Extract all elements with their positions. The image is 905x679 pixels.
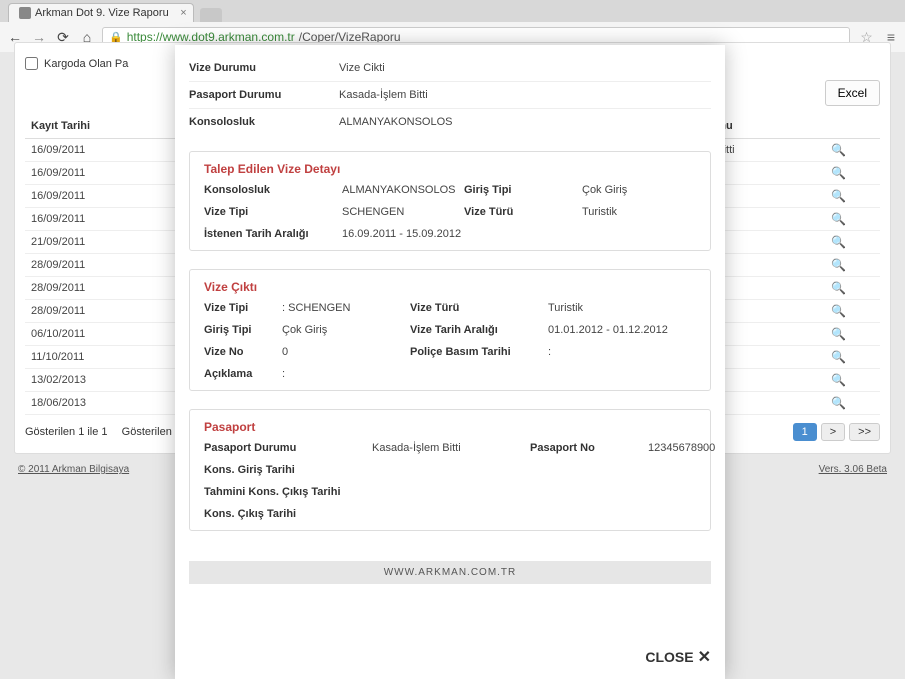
page-last-button[interactable]: >>	[849, 423, 880, 441]
new-tab-button[interactable]	[200, 8, 222, 22]
select-label: Gösterilen	[122, 426, 172, 438]
modal-brand-footer: WWW.ARKMAN.COM.TR	[189, 561, 711, 584]
cikti-vize-tarih-label: Vize Tarih Aralığı	[410, 324, 540, 336]
cikti-aciklama-label: Açıklama	[204, 368, 274, 380]
talep-card: Talep Edilen Vize Detayı Konsolosluk ALM…	[189, 151, 711, 251]
favicon-icon	[19, 7, 31, 19]
pasaport-no-label: Pasaport No	[530, 442, 640, 454]
talep-tarih-label: İstenen Tarih Aralığı	[204, 228, 334, 240]
kons-giris-label: Kons. Giriş Tarihi	[204, 464, 715, 476]
detail-modal: Vize Durumu Vize Cikti Pasaport Durumu K…	[175, 45, 725, 679]
summary-block: Vize Durumu Vize Cikti Pasaport Durumu K…	[189, 55, 711, 135]
cikti-police-value: :	[548, 346, 696, 358]
cikti-giris-tipi-value: Çok Giriş	[282, 324, 402, 336]
cell-date: 13/02/2013	[25, 369, 170, 392]
talep-giris-tipi-label: Giriş Tipi	[464, 184, 574, 196]
pasaport-title: Pasaport	[204, 420, 696, 442]
magnify-icon[interactable]: 🔍	[831, 396, 846, 410]
magnify-icon[interactable]: 🔍	[831, 373, 846, 387]
cell-date: 28/09/2011	[25, 277, 170, 300]
cell-date: 06/10/2011	[25, 323, 170, 346]
pasaport-durum-value: Kasada-İşlem Bitti	[372, 442, 522, 454]
talep-tarih-value: 16.09.2011 - 15.09.2012	[342, 228, 696, 240]
cell-date: 11/10/2011	[25, 346, 170, 369]
talep-konsolosluk-label: Konsolosluk	[204, 184, 334, 196]
cikti-title: Vize Çıktı	[204, 280, 696, 302]
kons-cikis-label: Kons. Çıkış Tarihi	[204, 508, 715, 520]
cikti-aciklama-value: :	[282, 368, 696, 380]
cikti-vize-turu-value: Turistik	[548, 302, 696, 314]
footer-copyright[interactable]: © 2011 Arkman Bilgisaya	[18, 464, 129, 475]
page-1-button[interactable]: 1	[793, 423, 817, 441]
talep-vize-turu-label: Vize Türü	[464, 206, 574, 218]
pasaport-durumu-value: Kasada-İşlem Bitti	[339, 89, 711, 101]
magnify-icon[interactable]: 🔍	[831, 350, 846, 364]
tahmini-cikis-label: Tahmini Kons. Çıkış Tarihi	[204, 486, 715, 498]
cikti-vize-tipi-label: Vize Tipi	[204, 302, 274, 314]
close-icon: ✕	[698, 647, 711, 667]
page-next-button[interactable]: >	[821, 423, 845, 441]
vize-durumu-value: Vize Cikti	[339, 62, 711, 74]
cikti-vize-no-label: Vize No	[204, 346, 274, 358]
shown-text: Gösterilen 1 ile 1	[25, 426, 108, 438]
cikti-giris-tipi-label: Giriş Tipi	[204, 324, 274, 336]
close-label: CLOSE	[645, 649, 693, 665]
tab-bar: Arkman Dot 9. Vize Raporu ×	[0, 0, 905, 22]
cikti-police-label: Poliçe Basım Tarihi	[410, 346, 540, 358]
excel-button[interactable]: Excel	[825, 80, 880, 106]
magnify-icon[interactable]: 🔍	[831, 327, 846, 341]
cell-date: 28/09/2011	[25, 254, 170, 277]
cell-date: 16/09/2011	[25, 162, 170, 185]
magnify-icon[interactable]: 🔍	[831, 235, 846, 249]
cell-date: 16/09/2011	[25, 208, 170, 231]
cell-date: 21/09/2011	[25, 231, 170, 254]
magnify-icon[interactable]: 🔍	[831, 258, 846, 272]
magnify-icon[interactable]: 🔍	[831, 212, 846, 226]
cell-date: 16/09/2011	[25, 185, 170, 208]
kargoda-checkbox[interactable]	[25, 57, 38, 70]
pasaport-no-value: 12345678900	[648, 442, 715, 454]
kargoda-label: Kargoda Olan Pa	[44, 58, 128, 70]
talep-giris-tipi-value: Çok Giriş	[582, 184, 696, 196]
cikti-vize-turu-label: Vize Türü	[410, 302, 540, 314]
pasaport-card: Pasaport Pasaport Durumu Kasada-İşlem Bi…	[189, 409, 711, 531]
col-kayit-tarihi: Kayıt Tarihi	[25, 114, 170, 139]
talep-title: Talep Edilen Vize Detayı	[204, 162, 696, 184]
konsolosluk-label: Konsolosluk	[189, 116, 339, 128]
footer-version[interactable]: Vers. 3.06 Beta	[819, 464, 887, 475]
tab-title: Arkman Dot 9. Vize Raporu	[35, 7, 169, 19]
pasaport-durum-label: Pasaport Durumu	[204, 442, 364, 454]
pasaport-durumu-label: Pasaport Durumu	[189, 89, 339, 101]
magnify-icon[interactable]: 🔍	[831, 281, 846, 295]
magnify-icon[interactable]: 🔍	[831, 166, 846, 180]
magnify-icon[interactable]: 🔍	[831, 189, 846, 203]
magnify-icon[interactable]: 🔍	[831, 143, 846, 157]
close-button[interactable]: CLOSE ✕	[645, 647, 711, 667]
cikti-vize-tipi-value: : SCHENGEN	[282, 302, 402, 314]
close-icon[interactable]: ×	[180, 7, 186, 19]
talep-vize-turu-value: Turistik	[582, 206, 696, 218]
magnify-icon[interactable]: 🔍	[831, 304, 846, 318]
vize-durumu-label: Vize Durumu	[189, 62, 339, 74]
browser-tab[interactable]: Arkman Dot 9. Vize Raporu ×	[8, 3, 194, 22]
cell-date: 16/09/2011	[25, 139, 170, 162]
konsolosluk-value: ALMANYAKONSOLOS	[339, 116, 711, 128]
cikti-vize-tarih-value: 01.01.2012 - 01.12.2012	[548, 324, 696, 336]
cell-date: 18/06/2013	[25, 392, 170, 415]
cikti-card: Vize Çıktı Vize Tipi : SCHENGEN Vize Tür…	[189, 269, 711, 391]
cell-date: 28/09/2011	[25, 300, 170, 323]
talep-vize-tipi-label: Vize Tipi	[204, 206, 334, 218]
talep-konsolosluk-value: ALMANYAKONSOLOS	[342, 184, 456, 196]
cikti-vize-no-value: 0	[282, 346, 402, 358]
talep-vize-tipi-value: SCHENGEN	[342, 206, 456, 218]
